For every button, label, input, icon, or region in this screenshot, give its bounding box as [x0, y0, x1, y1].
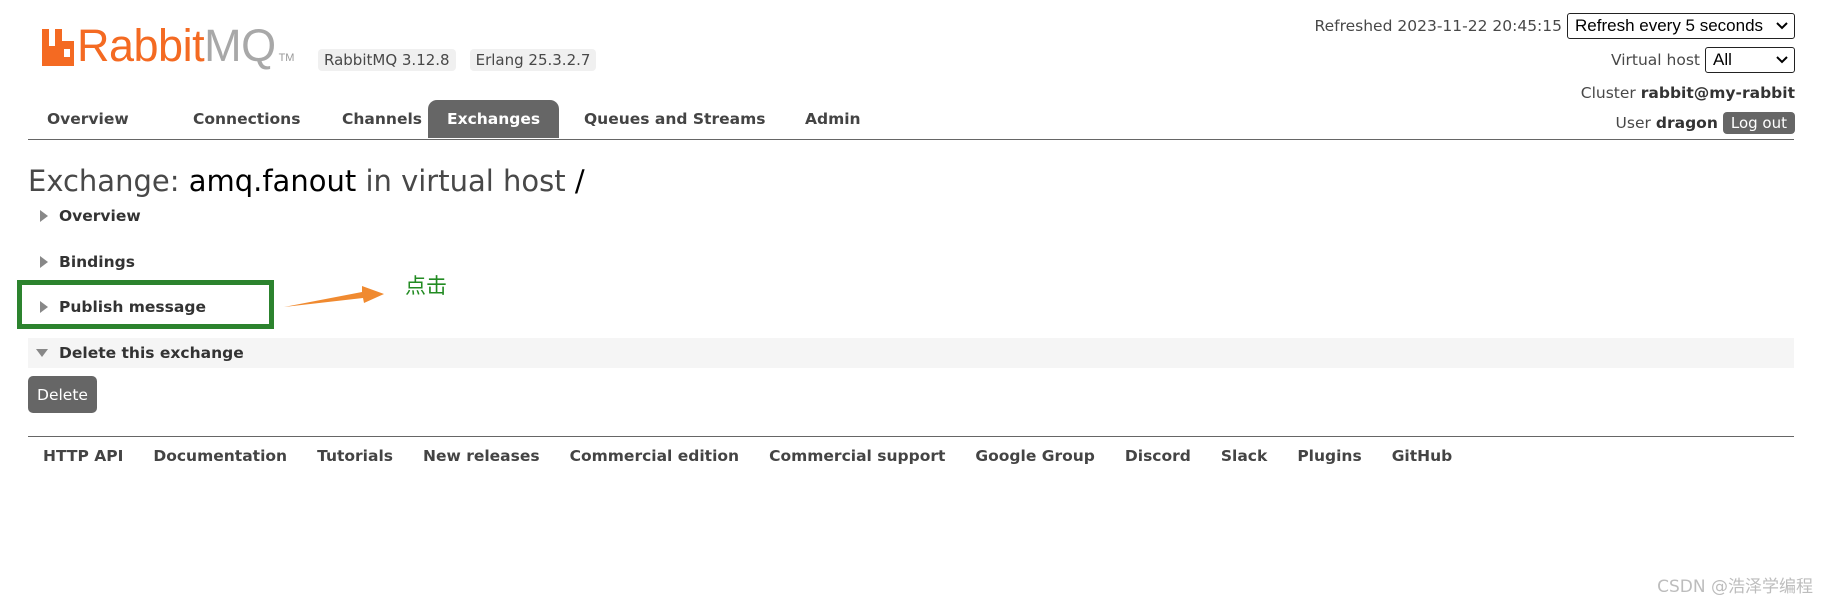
tab-channels[interactable]: Channels: [323, 100, 441, 138]
triangle-down-icon: [36, 349, 48, 357]
title-prefix: Exchange:: [28, 164, 180, 198]
footer-link-discord[interactable]: Discord: [1110, 447, 1206, 465]
annotation-text: 点击: [405, 274, 447, 298]
section-delete-exchange[interactable]: Delete this exchange: [28, 338, 1794, 368]
logo-wordmark: RabbitMQ: [77, 20, 276, 71]
footer-link-plugins[interactable]: Plugins: [1282, 447, 1376, 465]
footer-link-commercial-support[interactable]: Commercial support: [754, 447, 960, 465]
annotation-highlight-box: [17, 280, 274, 329]
exchange-name: amq.fanout: [188, 164, 357, 198]
main-nav: Overview Connections Channels Exchanges …: [28, 100, 1794, 140]
vhost-select[interactable]: All: [1705, 47, 1795, 73]
vhost-row: Virtual host All: [1315, 47, 1795, 73]
triangle-right-icon: [40, 210, 48, 222]
rabbitmq-logo-icon: [42, 29, 74, 66]
triangle-right-icon: [40, 256, 48, 268]
chevron-down-icon: [1776, 56, 1788, 64]
rabbitmq-version-badge: RabbitMQ 3.12.8: [318, 49, 456, 71]
title-mid: in virtual host: [365, 164, 566, 198]
rabbitmq-logo[interactable]: RabbitMQ TM: [42, 20, 295, 71]
section-overview-label: Overview: [59, 207, 141, 225]
annotation-arrow-icon: [284, 286, 384, 307]
section-bindings[interactable]: Bindings: [28, 247, 135, 277]
refresh-interval-select[interactable]: Refresh every 5 seconds: [1567, 13, 1795, 39]
footer-link-github[interactable]: GitHub: [1377, 447, 1468, 465]
refreshed-time: 2023-11-22 20:45:15: [1397, 17, 1562, 35]
footer-link-tutorials[interactable]: Tutorials: [302, 447, 408, 465]
version-badges: RabbitMQ 3.12.8 Erlang 25.3.2.7: [318, 49, 597, 71]
refreshed-label: Refreshed: [1314, 17, 1393, 35]
erlang-version-badge: Erlang 25.3.2.7: [469, 49, 597, 71]
logo-trademark: TM: [278, 52, 295, 64]
tab-connections[interactable]: Connections: [174, 100, 319, 138]
vhost-label: Virtual host: [1610, 51, 1700, 69]
tab-overview[interactable]: Overview: [28, 100, 148, 138]
section-delete-label: Delete this exchange: [59, 344, 244, 362]
refresh-interval-value: Refresh every 5 seconds: [1575, 16, 1764, 35]
section-overview[interactable]: Overview: [28, 201, 141, 231]
footer: HTTP API Documentation Tutorials New releas…: [28, 436, 1794, 465]
vhost-value: All: [1713, 50, 1732, 69]
tab-queues-and-streams[interactable]: Queues and Streams: [565, 100, 784, 138]
chevron-down-icon: [1776, 22, 1788, 30]
vhost-name: /: [574, 164, 585, 198]
footer-link-new-releases[interactable]: New releases: [408, 447, 555, 465]
tab-admin[interactable]: Admin: [786, 100, 880, 138]
footer-link-commercial-edition[interactable]: Commercial edition: [555, 447, 754, 465]
delete-exchange-button[interactable]: Delete: [28, 376, 97, 413]
footer-link-documentation[interactable]: Documentation: [138, 447, 302, 465]
watermark: CSDN @浩泽学编程: [1657, 577, 1813, 597]
footer-link-slack[interactable]: Slack: [1206, 447, 1282, 465]
footer-link-http-api[interactable]: HTTP API: [28, 447, 138, 465]
page-title: Exchange: amq.fanout in virtual host /: [28, 164, 585, 198]
footer-links: HTTP API Documentation Tutorials New releas…: [28, 437, 1794, 465]
tab-exchanges[interactable]: Exchanges: [428, 100, 560, 138]
refresh-row: Refreshed 2023-11-22 20:45:15 Refresh ev…: [1314, 13, 1795, 39]
footer-link-google-group[interactable]: Google Group: [960, 447, 1109, 465]
section-bindings-label: Bindings: [59, 253, 135, 271]
